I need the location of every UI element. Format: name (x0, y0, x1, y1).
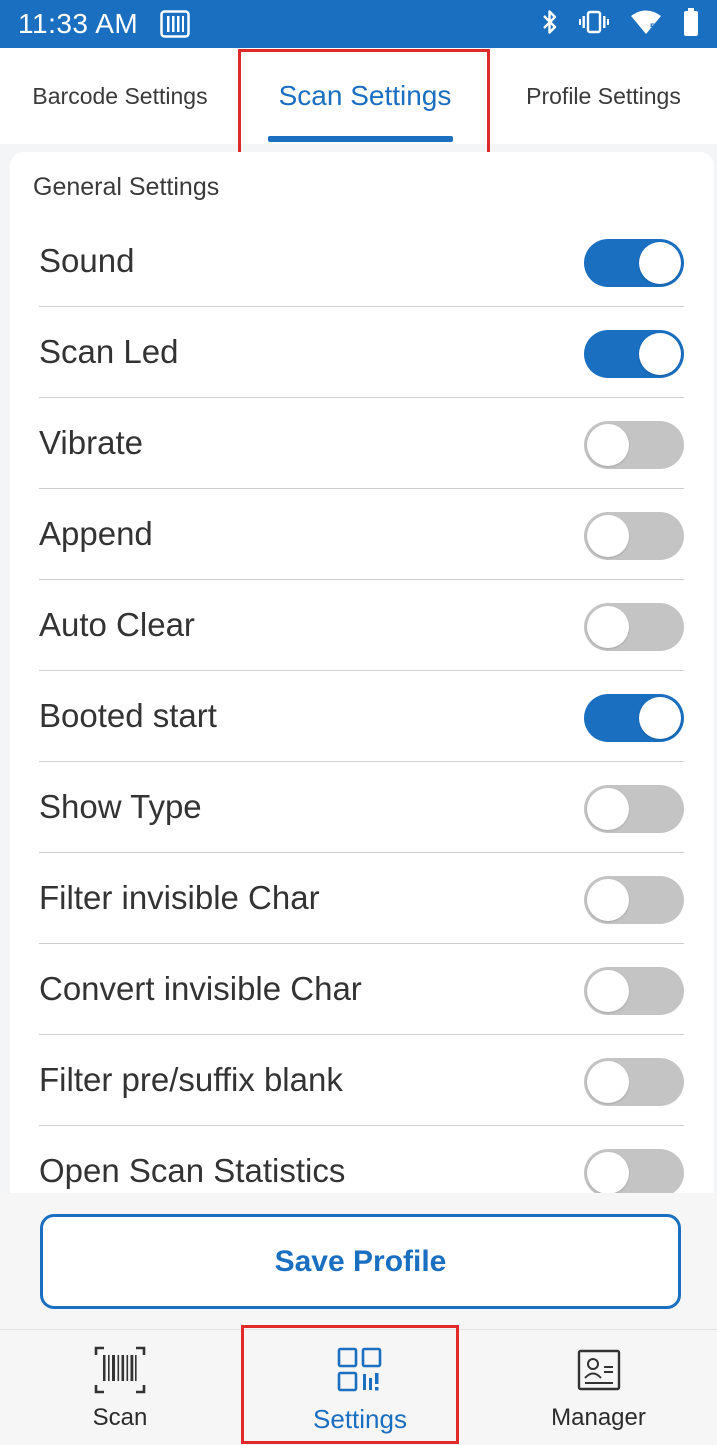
setting-label: Scan Led (39, 333, 179, 370)
toggle-knob (587, 424, 629, 466)
setting-label: Booted start (39, 697, 217, 734)
toggle-knob (639, 242, 681, 284)
tab-scan-settings[interactable]: Scan Settings (240, 48, 490, 144)
bottom-navigation: Scan Settings Manager (0, 1329, 717, 1445)
append-toggle[interactable] (584, 512, 684, 560)
contact-card-icon (573, 1344, 625, 1396)
auto-clear-toggle[interactable] (584, 603, 684, 651)
setting-row-sound: Sound (39, 216, 684, 307)
setting-label: Show Type (39, 788, 202, 825)
tab-profile-settings[interactable]: Profile Settings (490, 48, 717, 144)
toggle-knob (587, 1152, 629, 1194)
nav-item-manager[interactable]: Manager (480, 1330, 717, 1445)
setting-label: Filter invisible Char (39, 879, 320, 916)
setting-row-auto-clear: Auto Clear (39, 580, 684, 671)
vibrate-icon (579, 10, 609, 39)
toggle-knob (587, 606, 629, 648)
save-profile-button[interactable]: Save Profile (40, 1214, 681, 1309)
nav-item-settings[interactable]: Settings (240, 1330, 480, 1445)
toggle-knob (639, 697, 681, 739)
sound-toggle[interactable] (584, 239, 684, 287)
section-title: General Settings (33, 173, 220, 201)
nav-label: Scan (92, 1404, 148, 1431)
status-bar: 11:33 AM 5 (0, 0, 717, 48)
toggle-knob (587, 970, 629, 1012)
filter-prefix-suffix-blank-toggle[interactable] (584, 1058, 684, 1106)
tab-bar: Barcode Settings Scan Settings Profile S… (0, 48, 717, 144)
toggle-knob (587, 1061, 629, 1103)
wifi-icon: 5 (629, 9, 663, 40)
barcode-scanner-icon (160, 10, 190, 38)
setting-label: Sound (39, 242, 135, 279)
svg-text:5: 5 (650, 22, 655, 32)
status-icons: 5 (541, 7, 699, 41)
nav-item-scan[interactable]: Scan (0, 1330, 240, 1445)
setting-label: Vibrate (39, 424, 143, 461)
setting-row-vibrate: Vibrate (39, 398, 684, 489)
setting-row-filter-prefix-suffix-blank: Filter pre/suffix blank (39, 1035, 684, 1126)
setting-row-show-type: Show Type (39, 762, 684, 853)
tab-barcode-settings[interactable]: Barcode Settings (0, 48, 240, 144)
setting-label: Append (39, 515, 153, 552)
nav-label: Settings (313, 1404, 407, 1434)
open-scan-statistics-toggle[interactable] (584, 1149, 684, 1197)
setting-label: Filter pre/suffix blank (39, 1061, 343, 1098)
general-settings-card: General Settings Sound Scan Led Vibrate … (10, 152, 714, 1212)
toggle-knob (639, 333, 681, 375)
toggle-knob (587, 788, 629, 830)
setting-row-convert-invisible-char: Convert invisible Char (39, 944, 684, 1035)
show-type-toggle[interactable] (584, 785, 684, 833)
vibrate-toggle[interactable] (584, 421, 684, 469)
qr-settings-icon (334, 1344, 386, 1396)
battery-icon (683, 7, 699, 41)
setting-row-scan-led: Scan Led (39, 307, 684, 398)
filter-invisible-char-toggle[interactable] (584, 876, 684, 924)
scan-led-toggle[interactable] (584, 330, 684, 378)
convert-invisible-char-toggle[interactable] (584, 967, 684, 1015)
setting-row-filter-invisible-char: Filter invisible Char (39, 853, 684, 944)
barcode-icon (94, 1344, 146, 1396)
setting-label: Auto Clear (39, 606, 195, 643)
setting-row-append: Append (39, 489, 684, 580)
setting-label: Convert invisible Char (39, 970, 362, 1007)
status-time: 11:33 AM (18, 8, 139, 39)
bluetooth-icon (541, 9, 559, 40)
active-tab-indicator (268, 136, 453, 142)
save-area: Save Profile (0, 1193, 717, 1329)
booted-start-toggle[interactable] (584, 694, 684, 742)
nav-label: Manager (551, 1404, 646, 1431)
toggle-knob (587, 515, 629, 557)
toggle-knob (587, 879, 629, 921)
setting-row-booted-start: Booted start (39, 671, 684, 762)
